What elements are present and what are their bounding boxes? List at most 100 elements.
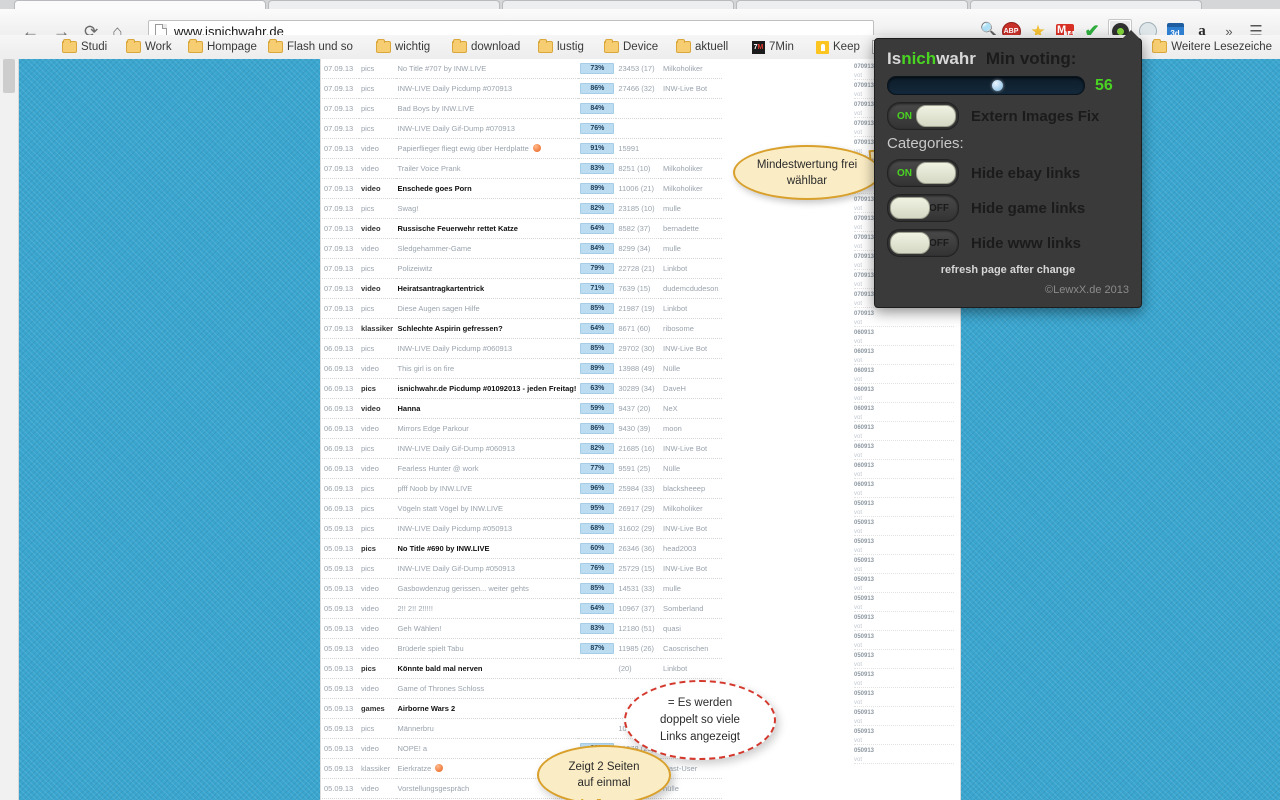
row-title[interactable]: Game of Thrones Schloss xyxy=(395,678,579,699)
table-row[interactable]: 06.09.13 pics pfff Noob by INW.LIVE 96% 2598… xyxy=(322,478,722,499)
row-author[interactable]: mulle xyxy=(661,198,722,219)
row-title[interactable]: INW-LIVE Daily Gif-Dump #050913 xyxy=(395,558,579,579)
row-title[interactable]: Fearless Hunter @ work xyxy=(395,458,579,479)
bookmark-keep[interactable]: Keep xyxy=(812,38,864,56)
table-row[interactable]: 07.09.13 pics INW-LIVE Daily Gif-Dump #070… xyxy=(322,118,722,139)
row-title[interactable]: Airborne Wars 2 xyxy=(395,698,579,719)
table-row[interactable]: 07.09.13 pics INW-LIVE Daily Picdump #0709… xyxy=(322,78,722,99)
row-author[interactable]: Milkoholiker xyxy=(661,59,722,79)
row-category[interactable]: pics xyxy=(358,558,396,579)
row-category[interactable]: video xyxy=(358,358,396,379)
row-category[interactable]: video xyxy=(358,238,396,259)
table-row[interactable]: 06.09.13 pics isnichwahr.de Picdump #01092… xyxy=(322,378,722,399)
row-title[interactable]: isnichwahr.de Picdump #01092013 - jeden … xyxy=(395,378,579,399)
row-category[interactable]: video xyxy=(358,138,396,159)
table-row[interactable]: 05.09.13 pics INW-LIVE Daily Gif-Dump #050… xyxy=(322,558,722,579)
page-scrollbar[interactable] xyxy=(0,59,19,800)
row-category[interactable]: video xyxy=(358,678,396,699)
row-author[interactable]: INW-Live Bot xyxy=(661,518,722,539)
row-author[interactable]: DaveH xyxy=(661,378,722,399)
row-author[interactable]: Milkoholiker xyxy=(661,498,722,519)
table-row[interactable]: 06.09.13 pics INW-LIVE Daily Gif-Dump #060… xyxy=(322,438,722,459)
row-category[interactable]: games xyxy=(358,698,396,719)
row-title[interactable]: Könnte bald mal nerven xyxy=(395,658,579,679)
row-title[interactable]: pfff Noob by INW.LIVE xyxy=(395,478,579,499)
min-voting-slider[interactable] xyxy=(887,76,1085,95)
table-row[interactable]: 06.09.13 video Mirrors Edge Parkour 86% 9430… xyxy=(322,418,722,439)
row-author[interactable] xyxy=(661,138,722,159)
row-author[interactable] xyxy=(661,98,722,119)
row-author[interactable]: head2003 xyxy=(661,538,722,559)
table-row[interactable]: 07.09.13 video Enschede goes Porn 89% 11006 … xyxy=(322,178,722,199)
table-row[interactable]: 05.09.13 video Brüderle spielt Tabu 87% 1198… xyxy=(322,638,722,659)
row-category[interactable]: klassiker xyxy=(358,758,396,779)
hide-game-links-toggle[interactable]: OFF xyxy=(887,194,959,222)
row-title[interactable]: Gasbowdenzug gerissen... weiter gehts xyxy=(395,578,579,599)
row-author[interactable]: INW-Live Bot xyxy=(661,78,722,99)
row-title[interactable]: INW-LIVE Daily Picdump #050913 xyxy=(395,518,579,539)
row-title[interactable]: This girl is on fire xyxy=(395,358,579,379)
row-category[interactable]: pics xyxy=(358,338,396,359)
row-author[interactable]: dudemcdudeson xyxy=(661,278,722,299)
row-author[interactable]: blacksheeep xyxy=(661,478,722,499)
row-title[interactable]: Vögeln statt Vögel by INW.LIVE xyxy=(395,498,579,519)
row-category[interactable]: video xyxy=(358,158,396,179)
row-title[interactable]: Polizeiwitz xyxy=(395,258,579,279)
row-title[interactable]: Hanna xyxy=(395,398,579,419)
table-row[interactable]: 06.09.13 video This girl is on fire 89% 1398… xyxy=(322,358,722,379)
table-row[interactable]: 07.09.13 pics Polizeiwitz 79% 22728 (21) Link… xyxy=(322,258,722,279)
row-author[interactable] xyxy=(661,118,722,139)
row-author[interactable]: bernadette xyxy=(661,218,722,239)
row-category[interactable]: pics xyxy=(358,438,396,459)
bookmark-aktuell[interactable]: aktuell xyxy=(672,38,732,56)
row-category[interactable]: pics xyxy=(358,718,396,739)
row-category[interactable]: video xyxy=(358,398,396,419)
row-author[interactable]: Linkbot xyxy=(661,658,722,679)
row-category[interactable]: video xyxy=(358,178,396,199)
table-row[interactable]: 05.09.13 video Geh Wählen! 83% 12180 (51) qua… xyxy=(322,618,722,639)
row-title[interactable]: INW-LIVE Daily Picdump #060913 xyxy=(395,338,579,359)
row-category[interactable]: klassiker xyxy=(358,318,396,339)
table-row[interactable]: 07.09.13 video Sledgehammer-Game 84% 8299 (3… xyxy=(322,238,722,259)
table-row[interactable]: 05.09.13 video 2!! 2!! 2!!!!! 64% 10967 (37)… xyxy=(322,598,722,619)
row-author[interactable]: Linkbot xyxy=(661,298,722,319)
table-row[interactable]: 05.09.13 pics Könnte bald mal nerven (20) Li… xyxy=(322,658,722,679)
row-category[interactable]: pics xyxy=(358,658,396,679)
row-title[interactable]: Sledgehammer-Game xyxy=(395,238,579,259)
row-title[interactable]: Papierflieger fliegt ewig über Herdplatt… xyxy=(395,138,579,159)
bookmark-download[interactable]: download xyxy=(448,38,524,56)
table-row[interactable]: 07.09.13 video Trailer Voice Prank 83% 8251 … xyxy=(322,158,722,179)
row-category[interactable]: pics xyxy=(358,118,396,139)
row-category[interactable]: pics xyxy=(358,78,396,99)
row-category[interactable]: pics xyxy=(358,258,396,279)
table-row[interactable]: 05.09.13 pics No Title #690 by INW.LIVE 60%… xyxy=(322,538,722,559)
row-title[interactable]: 2!! 2!! 2!!!!! xyxy=(395,598,579,619)
row-title[interactable]: No Title #690 by INW.LIVE xyxy=(395,538,579,559)
row-title[interactable]: No Title #707 by INW.LIVE xyxy=(395,59,579,79)
bookmark-flash[interactable]: Flash und so xyxy=(264,38,357,56)
row-category[interactable]: video xyxy=(358,638,396,659)
table-row[interactable]: 07.09.13 video Papierflieger fliegt ewig ü… xyxy=(322,138,722,159)
row-author[interactable]: mulle xyxy=(661,578,722,599)
table-row[interactable]: 07.09.13 video Heiratsantragkartentrick 71%… xyxy=(322,278,722,299)
row-title[interactable]: Russische Feuerwehr rettet Katze xyxy=(395,218,579,239)
row-author[interactable]: Milkoholiker xyxy=(661,178,722,199)
row-title[interactable]: Enschede goes Porn xyxy=(395,178,579,199)
row-author[interactable]: Linkbot xyxy=(661,258,722,279)
row-title[interactable]: INW-LIVE Daily Gif-Dump #060913 xyxy=(395,438,579,459)
row-author[interactable]: INW-Live Bot xyxy=(661,338,722,359)
bookmark-device[interactable]: Device xyxy=(600,38,662,56)
row-author[interactable]: Nülle xyxy=(661,358,722,379)
row-author[interactable]: NeX xyxy=(661,398,722,419)
row-author[interactable]: mulle xyxy=(661,238,722,259)
table-row[interactable]: 06.09.13 video Fearless Hunter @ work 77% 95… xyxy=(322,458,722,479)
row-title[interactable]: Mirrors Edge Parkour xyxy=(395,418,579,439)
row-title[interactable]: INW-LIVE Daily Gif-Dump #070913 xyxy=(395,118,579,139)
row-category[interactable]: video xyxy=(358,458,396,479)
table-row[interactable]: 07.09.13 video Russische Feuerwehr rettet … xyxy=(322,218,722,239)
row-title[interactable]: Schlechte Aspirin gefressen? xyxy=(395,318,579,339)
row-category[interactable]: pics xyxy=(358,98,396,119)
row-category[interactable]: video xyxy=(358,218,396,239)
bookmark-work[interactable]: Work xyxy=(122,38,176,56)
table-row[interactable]: 07.09.13 pics Diese Augen sagen Hilfe 85% 21… xyxy=(322,298,722,319)
